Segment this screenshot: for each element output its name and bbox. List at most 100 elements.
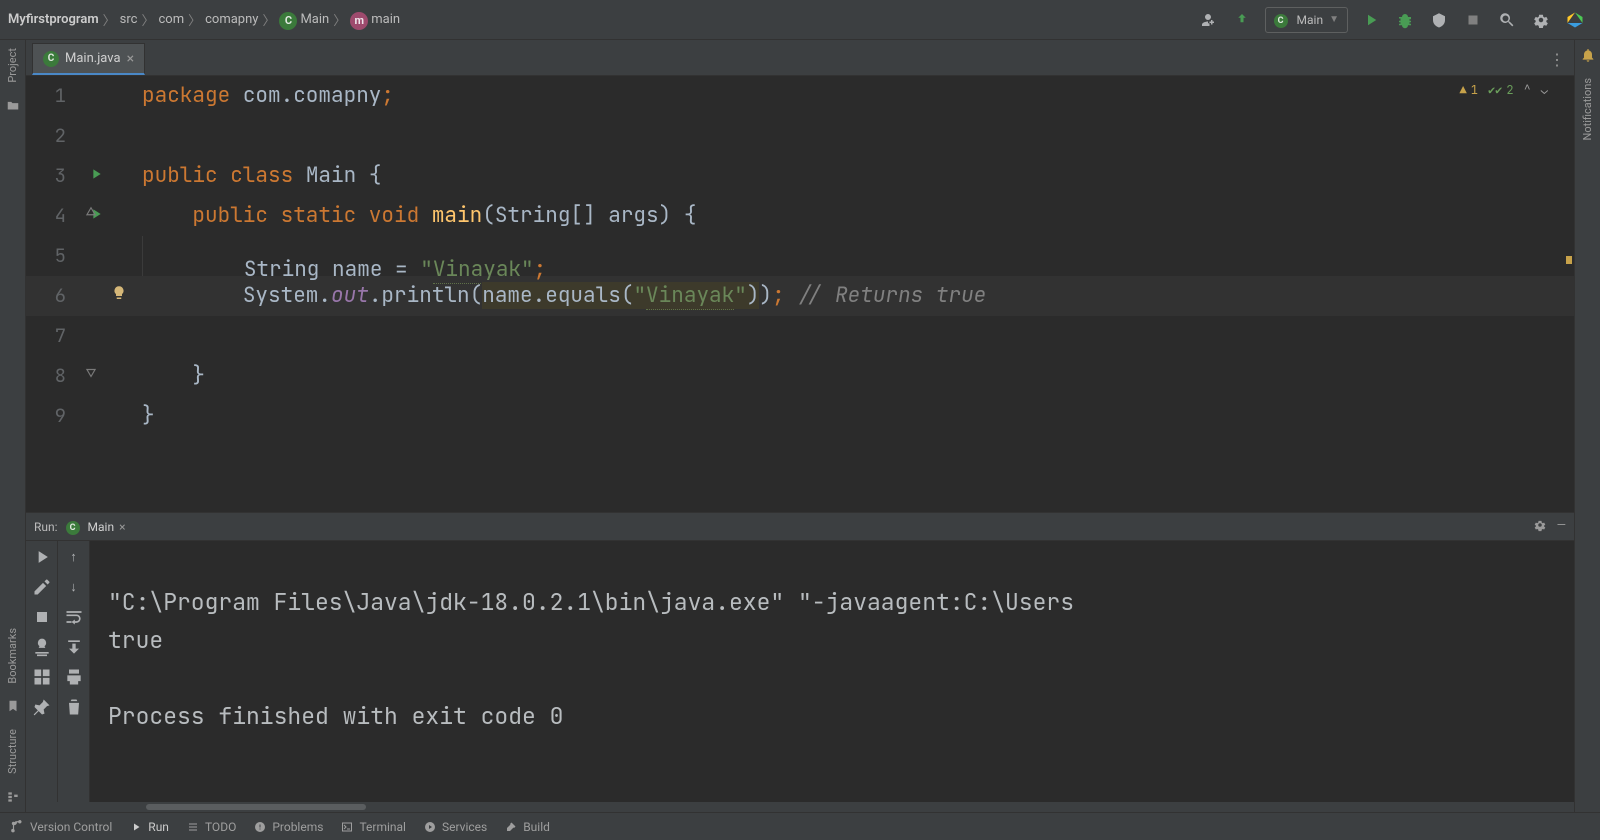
run-config-label: Main xyxy=(1297,13,1324,27)
bookmarks-tool[interactable]: Bookmarks xyxy=(6,620,19,692)
class-icon: C xyxy=(279,12,297,30)
structure-tool[interactable]: Structure xyxy=(6,721,19,782)
console-output[interactable]: "C:\Program Files\Java\jdk-18.0.2.1\bin\… xyxy=(90,541,1574,802)
fold-icon[interactable] xyxy=(84,206,98,224)
line-number: 3 xyxy=(26,156,78,196)
line-number: 1 xyxy=(26,76,78,116)
status-problems[interactable]: Problems xyxy=(254,820,323,834)
close-icon[interactable]: × xyxy=(127,51,134,67)
add-user-icon[interactable] xyxy=(1193,5,1223,35)
editor-tab-main[interactable]: C Main.java × xyxy=(32,43,145,75)
status-todo[interactable]: TODO xyxy=(187,820,236,834)
chevron-right-icon: 〉 xyxy=(333,10,346,29)
stop-icon[interactable] xyxy=(32,607,52,627)
chevron-down-icon[interactable]: ⌄ xyxy=(1541,82,1548,98)
debug-icon[interactable] xyxy=(1390,5,1420,35)
line-number: 5 xyxy=(26,236,78,276)
code-editor[interactable]: ▲1 ✔✔2 ^ ⌄ 1 package com.comapny; 2 xyxy=(26,76,1574,512)
close-icon[interactable]: × xyxy=(119,520,125,534)
chevron-right-icon: 〉 xyxy=(262,10,275,29)
run-actions-secondary: ↑ ↓ xyxy=(58,541,90,802)
dump-threads-icon[interactable] xyxy=(32,637,52,657)
line-number: 6 xyxy=(26,276,78,316)
notifications-tool[interactable]: Notifications xyxy=(1581,70,1594,149)
console-line: Process finished with exit code 0 xyxy=(108,701,563,731)
intention-bulb-icon[interactable] xyxy=(110,284,128,306)
run-config-selector[interactable]: C Main ▼ xyxy=(1265,7,1348,33)
up-icon[interactable]: ↑ xyxy=(64,547,84,567)
status-version-control[interactable]: Version Control xyxy=(10,820,112,834)
line-number: 4 xyxy=(26,196,78,236)
line-number: 2 xyxy=(26,116,78,156)
left-tool-rail: Project Bookmarks Structure xyxy=(0,40,26,812)
status-run[interactable]: Run xyxy=(130,820,169,834)
more-tabs-icon[interactable]: ⋮ xyxy=(1549,50,1566,75)
chevron-up-icon[interactable]: ^ xyxy=(1524,82,1531,98)
line-number: 7 xyxy=(26,316,78,356)
class-icon: C xyxy=(1274,14,1288,28)
down-icon[interactable]: ↓ xyxy=(64,577,84,597)
console-scrollbar[interactable] xyxy=(26,802,1574,812)
class-icon: C xyxy=(66,521,80,535)
jetbrains-icon[interactable] xyxy=(1560,5,1590,35)
code-line: 2 xyxy=(26,116,1574,156)
gear-icon[interactable] xyxy=(1533,518,1547,535)
code-line: 1 package com.comapny; xyxy=(26,76,1574,116)
breadcrumb-project[interactable]: Myfirstprogram xyxy=(8,12,99,27)
check-icon: ✔✔ xyxy=(1488,82,1502,98)
status-terminal[interactable]: Terminal xyxy=(341,820,406,834)
fold-end-icon[interactable] xyxy=(84,366,98,384)
editor-tabbar: C Main.java × ⋮ xyxy=(26,40,1574,76)
right-tool-rail: Notifications xyxy=(1574,40,1600,812)
tab-filename: Main.java xyxy=(65,51,121,66)
top-toolbar: Myfirstprogram 〉 src 〉 com 〉 comapny 〉 C… xyxy=(0,0,1600,40)
minimize-icon[interactable]: — xyxy=(1557,518,1566,535)
rerun-icon[interactable] xyxy=(32,547,52,567)
chevron-right-icon: 〉 xyxy=(103,10,116,29)
project-tool[interactable]: Project xyxy=(6,40,19,91)
breadcrumb-src[interactable]: src xyxy=(120,12,138,27)
chevron-down-icon: ▼ xyxy=(1329,14,1339,25)
chevron-right-icon: 〉 xyxy=(141,10,154,29)
warning-icon: ▲ xyxy=(1460,82,1467,98)
breadcrumb-method[interactable]: main xyxy=(371,12,400,27)
delete-icon[interactable] xyxy=(64,697,84,717)
code-line: 5 String name = "Vinayak"; xyxy=(26,236,1574,276)
status-services[interactable]: Services xyxy=(424,820,487,834)
code-line: 9 } xyxy=(26,396,1574,436)
run-title: Run: xyxy=(34,520,58,534)
wrap-icon[interactable] xyxy=(64,607,84,627)
class-icon: C xyxy=(43,51,59,67)
status-build[interactable]: Build xyxy=(505,820,550,834)
run-actions-primary xyxy=(26,541,58,802)
status-bar: Version Control Run TODO Problems Termin… xyxy=(0,812,1600,840)
pin-icon[interactable] xyxy=(32,697,52,717)
code-line: 8 } xyxy=(26,356,1574,396)
breadcrumb-class[interactable]: Main xyxy=(300,12,329,27)
run-tab[interactable]: C Main × xyxy=(66,520,126,534)
run-gutter-icon[interactable] xyxy=(88,166,104,186)
structure-icon[interactable] xyxy=(4,788,22,806)
code-line-active: 6 System.out.println(name.equals("Vinaya… xyxy=(26,276,1574,316)
stop-icon[interactable] xyxy=(1458,5,1488,35)
folder-icon[interactable] xyxy=(4,97,22,115)
method-icon: m xyxy=(350,12,368,30)
code-line: 3 public class Main { xyxy=(26,156,1574,196)
run-icon[interactable] xyxy=(1356,5,1386,35)
edit-config-icon[interactable] xyxy=(32,577,52,597)
sync-icon[interactable] xyxy=(1227,5,1257,35)
breadcrumb-com[interactable]: com xyxy=(158,12,184,27)
inspection-summary[interactable]: ▲1 ✔✔2 ^ ⌄ xyxy=(1460,82,1548,98)
code-line: 7 xyxy=(26,316,1574,356)
bell-icon[interactable] xyxy=(1579,46,1597,64)
print-icon[interactable] xyxy=(64,667,84,687)
breadcrumb-company[interactable]: comapny xyxy=(205,12,258,27)
scroll-to-end-icon[interactable] xyxy=(64,637,84,657)
gear-icon[interactable] xyxy=(1526,5,1556,35)
bookmark-icon[interactable] xyxy=(4,697,22,715)
scrollbar-thumb[interactable] xyxy=(146,804,366,810)
coverage-icon[interactable] xyxy=(1424,5,1454,35)
layout-icon[interactable] xyxy=(32,667,52,687)
search-icon[interactable] xyxy=(1492,5,1522,35)
line-number: 8 xyxy=(26,356,78,396)
